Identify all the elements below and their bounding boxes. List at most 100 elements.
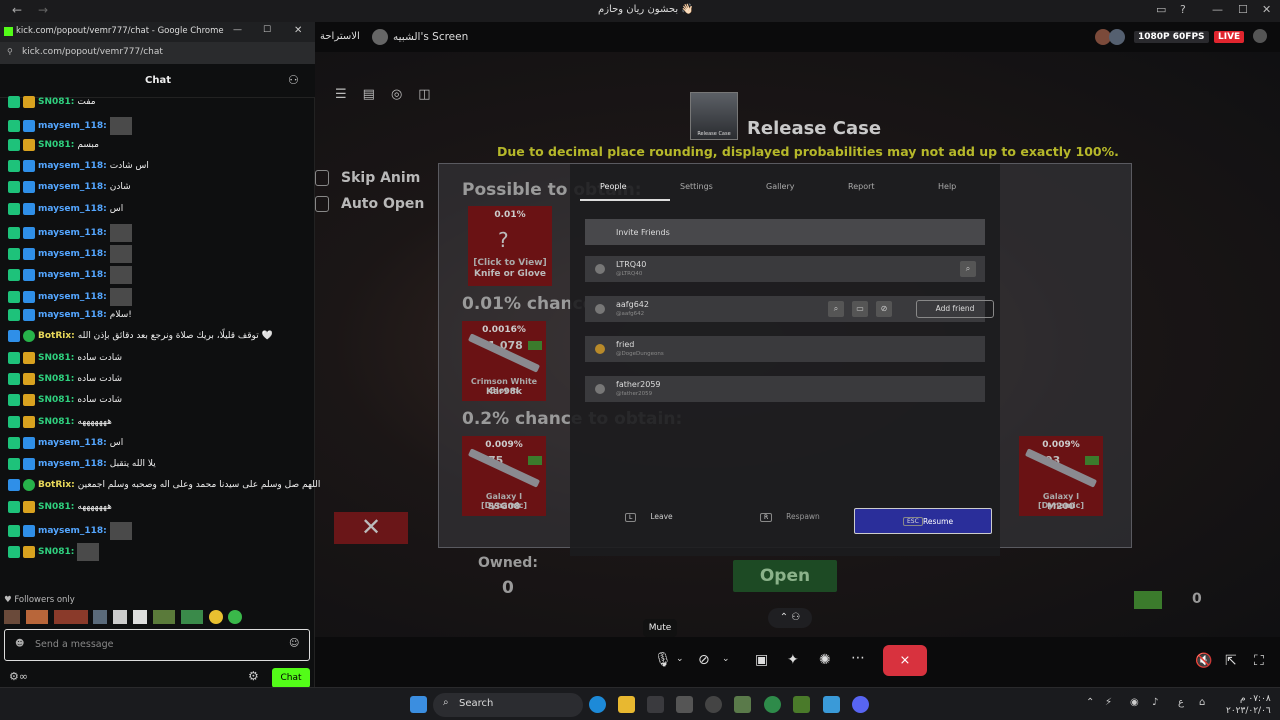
- popout-icon[interactable]: ⇱: [1225, 653, 1237, 669]
- file-explorer-icon[interactable]: [618, 696, 635, 713]
- emoji-icon[interactable]: ☻: [15, 639, 24, 649]
- tab-gallery[interactable]: Gallery: [766, 182, 795, 191]
- player-row[interactable]: fried @DogeDungeons: [585, 336, 985, 362]
- minimize-icon[interactable]: —: [233, 25, 242, 35]
- emote[interactable]: [93, 609, 108, 624]
- message-icon[interactable]: ▭: [852, 301, 868, 317]
- view-profile-icon[interactable]: ⌕: [828, 301, 844, 317]
- chat-username[interactable]: maysem_118:: [38, 292, 107, 302]
- minimize-icon[interactable]: —: [1212, 3, 1223, 16]
- add-friend-button[interactable]: Add friend: [916, 300, 994, 318]
- volume-mute-icon[interactable]: 🔇: [1195, 653, 1212, 669]
- screen-share-icon[interactable]: ▣: [755, 652, 768, 668]
- player-row[interactable]: father2059 @father2059: [585, 376, 985, 402]
- microphone-icon[interactable]: ♪: [1152, 697, 1158, 708]
- site-info-icon[interactable]: ⚲: [7, 47, 13, 56]
- end-call-button[interactable]: ⨯: [883, 645, 927, 676]
- resume-button[interactable]: ESC Resume: [854, 508, 992, 534]
- chat-username[interactable]: maysem_118:: [38, 270, 107, 280]
- block-icon[interactable]: ⊘: [876, 301, 892, 317]
- chat-username[interactable]: BotRix:: [38, 331, 75, 341]
- emote-picker-icon[interactable]: ☺: [289, 638, 299, 649]
- player-row[interactable]: aafg642 @aafg642 ⌕ ▭ ⊘ Add friend: [585, 296, 994, 322]
- close-icon[interactable]: ✕: [294, 25, 302, 36]
- shop-icon[interactable]: ◫: [418, 87, 430, 102]
- chat-icon[interactable]: ▤: [363, 87, 375, 102]
- chevron-up-icon[interactable]: ⌃: [1086, 697, 1094, 708]
- emote[interactable]: [25, 609, 48, 624]
- chat-username[interactable]: SN081:: [38, 140, 74, 150]
- points-icon[interactable]: ⚙∞: [9, 670, 28, 683]
- app-icon[interactable]: [734, 696, 751, 713]
- app-icon[interactable]: [793, 696, 810, 713]
- tray-icon[interactable]: ⚡: [1105, 697, 1112, 708]
- tab-settings[interactable]: Settings: [680, 182, 713, 191]
- tab-help[interactable]: Help: [938, 182, 956, 191]
- discord-icon[interactable]: [852, 696, 869, 713]
- skip-anim-option[interactable]: Skip Anim: [315, 170, 445, 190]
- activity-icon[interactable]: ⌃ ⚇: [768, 608, 812, 628]
- chat-username[interactable]: SN081:: [38, 502, 74, 512]
- item-card[interactable]: 0.0016% 1,078 Crimson White Bloom Kar98k: [462, 321, 546, 401]
- tab-people[interactable]: People: [600, 182, 627, 191]
- settings-gear-icon[interactable]: ⚙: [248, 669, 259, 683]
- chat-username[interactable]: maysem_118:: [38, 182, 107, 192]
- forward-arrow-icon[interactable]: →: [38, 3, 48, 17]
- app-icon[interactable]: [676, 696, 693, 713]
- chat-username[interactable]: maysem_118:: [38, 459, 107, 469]
- network-icon[interactable]: ⌂: [1199, 697, 1205, 708]
- picture-in-picture-icon[interactable]: ▭: [1156, 3, 1166, 16]
- close-case-button[interactable]: ✕: [334, 512, 408, 544]
- chat-username[interactable]: maysem_118:: [38, 438, 107, 448]
- maximize-icon[interactable]: ☐: [263, 25, 271, 35]
- emote[interactable]: [180, 609, 203, 624]
- language-indicator[interactable]: ع: [1178, 697, 1184, 708]
- emote[interactable]: [228, 609, 243, 624]
- chat-username[interactable]: maysem_118:: [38, 310, 107, 320]
- item-card[interactable]: 0.009% 75 Galaxy I [Dynamic] SSG08: [462, 436, 546, 516]
- emote[interactable]: [4, 609, 20, 624]
- skip-anim-checkbox[interactable]: [315, 170, 329, 186]
- maximize-icon[interactable]: ☐: [1238, 3, 1248, 16]
- fullscreen-icon[interactable]: ⛶: [1254, 653, 1264, 669]
- activities-icon[interactable]: ✦: [787, 652, 799, 668]
- chevron-down-icon[interactable]: ⌄: [676, 654, 684, 664]
- chat-username[interactable]: maysem_118:: [38, 161, 107, 171]
- chat-username[interactable]: SN081:: [38, 97, 74, 107]
- store-icon[interactable]: [647, 696, 664, 713]
- chat-username[interactable]: maysem_118:: [38, 526, 107, 536]
- mystery-item-card[interactable]: 0.01% ? [Click to View] Knife or Glove: [468, 206, 552, 286]
- emote[interactable]: [113, 609, 128, 624]
- chat-username[interactable]: maysem_118:: [38, 249, 107, 259]
- chat-username[interactable]: BotRix:: [38, 480, 75, 490]
- users-icon[interactable]: ⚇: [288, 73, 299, 87]
- chevron-down-icon[interactable]: ⌄: [722, 654, 730, 664]
- close-icon[interactable]: ✕: [1262, 3, 1271, 16]
- more-icon[interactable]: [1253, 29, 1267, 43]
- view-profile-icon[interactable]: ⌕: [960, 261, 976, 277]
- back-arrow-icon[interactable]: ←: [12, 3, 22, 17]
- app-icon[interactable]: [705, 696, 722, 713]
- emote[interactable]: [133, 609, 148, 624]
- tab-report[interactable]: Report: [848, 182, 875, 191]
- headset-icon[interactable]: ◎: [391, 87, 402, 102]
- chat-input-field[interactable]: ☻ Send a message ☺: [4, 629, 310, 661]
- chat-username[interactable]: SN081:: [38, 547, 74, 557]
- chat-username[interactable]: maysem_118:: [38, 228, 107, 238]
- item-card[interactable]: 0.009% 93 Galaxy I [Dynamic] M200: [1019, 436, 1103, 516]
- chat-username[interactable]: SN081:: [38, 417, 74, 427]
- auto-open-option[interactable]: Auto Open: [315, 196, 445, 216]
- chat-username[interactable]: maysem_118:: [38, 121, 107, 131]
- microphone-icon[interactable]: 🎙: [654, 652, 672, 668]
- leave-button[interactable]: L Leave: [625, 512, 673, 522]
- emote[interactable]: [53, 609, 88, 624]
- edge-icon[interactable]: [589, 696, 606, 713]
- auto-open-checkbox[interactable]: [315, 196, 329, 212]
- tray-icon[interactable]: ◉: [1130, 697, 1139, 708]
- taskbar-search[interactable]: ⌕ Search: [433, 693, 583, 717]
- chat-username[interactable]: SN081:: [38, 374, 74, 384]
- windows-start-icon[interactable]: [410, 696, 427, 713]
- help-icon[interactable]: ?: [1180, 3, 1186, 16]
- soundboard-icon[interactable]: ✺: [819, 652, 831, 668]
- chat-username[interactable]: SN081:: [38, 353, 74, 363]
